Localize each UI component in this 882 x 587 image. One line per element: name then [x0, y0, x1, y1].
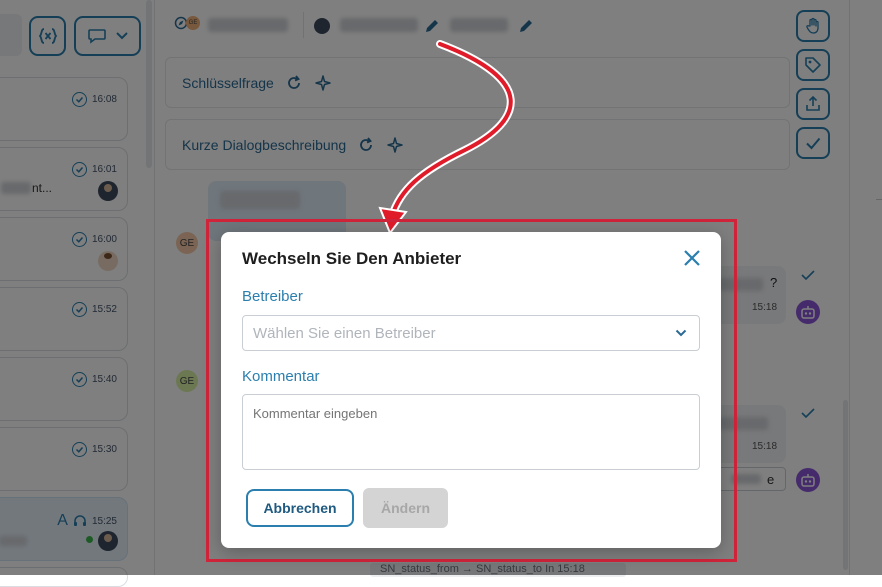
close-icon[interactable] — [682, 248, 702, 268]
dialog-title: Wechseln Sie Den Anbieter — [242, 249, 462, 268]
cancel-button[interactable]: Abbrechen — [246, 489, 354, 527]
chevron-down-icon — [675, 329, 687, 337]
operator-select[interactable]: Wählen Sie einen Betreiber — [242, 315, 700, 351]
change-button[interactable]: Ändern — [363, 488, 448, 528]
comment-textarea[interactable] — [242, 394, 700, 470]
operator-label: Betreiber — [242, 288, 303, 305]
operator-placeholder: Wählen Sie einen Betreiber — [253, 325, 436, 342]
comment-label: Kommentar — [242, 368, 320, 385]
annotation-arrow — [378, 40, 515, 236]
change-provider-dialog: Wechseln Sie Den Anbieter Betreiber Wähl… — [221, 232, 721, 548]
